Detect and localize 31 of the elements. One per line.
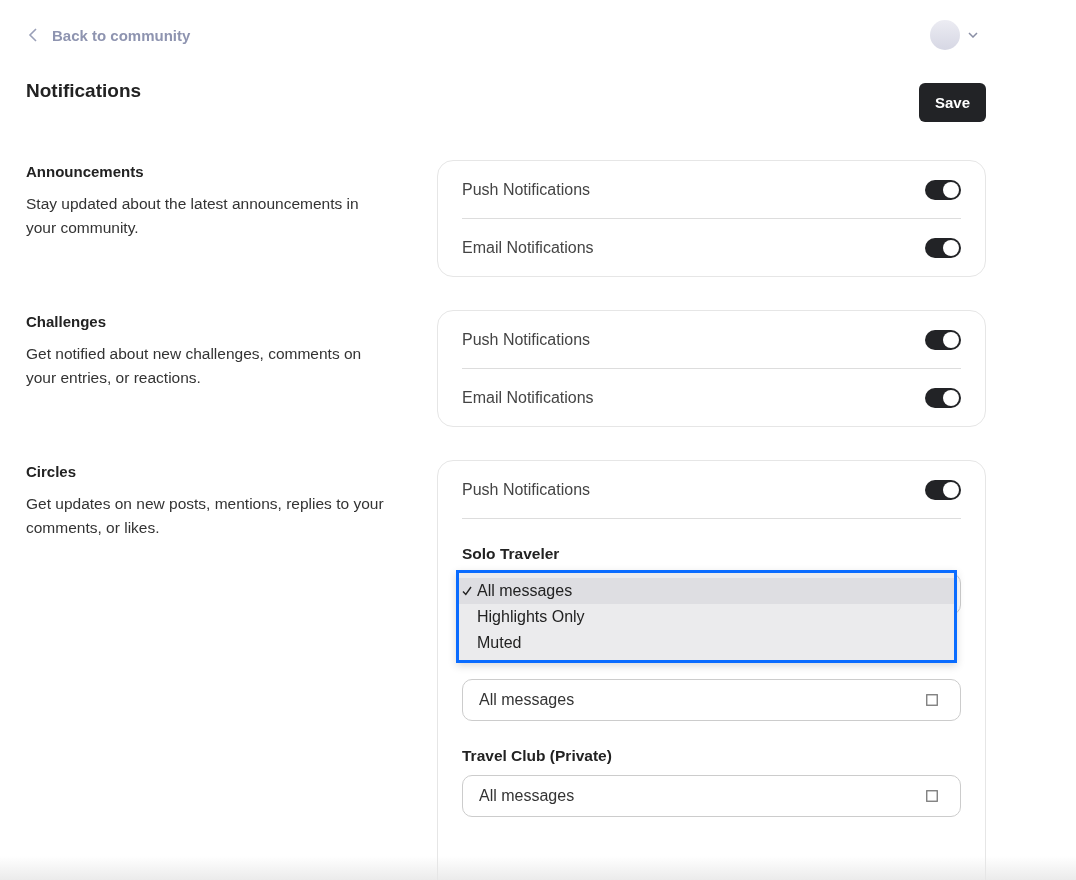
dropdown-option[interactable]: Muted <box>459 630 954 656</box>
toggle-label: Push Notifications <box>462 330 591 349</box>
toggle-label: Push Notifications <box>462 480 591 499</box>
toggle-switch[interactable] <box>925 387 961 408</box>
section-description: Get updates on new posts, mentions, replies to your comments, or likes. <box>26 494 385 538</box>
avatar-circle <box>930 20 960 50</box>
dropdown-option[interactable]: Highlights Only <box>459 604 954 630</box>
page-title: Notifications <box>26 80 142 102</box>
chevron-left-icon <box>28 27 38 43</box>
section-title: Challenges <box>26 313 108 330</box>
section-title: Circles <box>26 463 78 480</box>
square-icon <box>926 694 938 706</box>
section-description: Get notified about new challenges, comments on your entries, or reactions. <box>26 344 363 388</box>
toggle-label: Email Notifications <box>462 238 594 257</box>
chevron-down-icon <box>968 32 978 38</box>
select-field[interactable]: All messages <box>462 679 961 721</box>
toggle-switch[interactable] <box>925 329 961 350</box>
group-label: Travel Club (Private) <box>462 747 613 765</box>
select-field[interactable]: All messages <box>462 775 961 817</box>
section-title: Announcements <box>26 163 145 180</box>
toggle-switch[interactable] <box>925 237 961 258</box>
save-button[interactable]: Save <box>918 83 986 122</box>
group-label: Solo Traveler <box>462 545 561 563</box>
dropdown-option[interactable]: All messages <box>459 578 954 604</box>
check-icon <box>462 586 472 596</box>
toggle-label: Email Notifications <box>462 388 594 407</box>
toggle-label: Push Notifications <box>462 180 591 199</box>
toggle-switch[interactable] <box>925 179 961 200</box>
toggle-switch[interactable] <box>925 479 961 500</box>
square-icon <box>926 790 938 802</box>
section-description: Stay updated about the latest announcements in your community. <box>26 194 360 238</box>
